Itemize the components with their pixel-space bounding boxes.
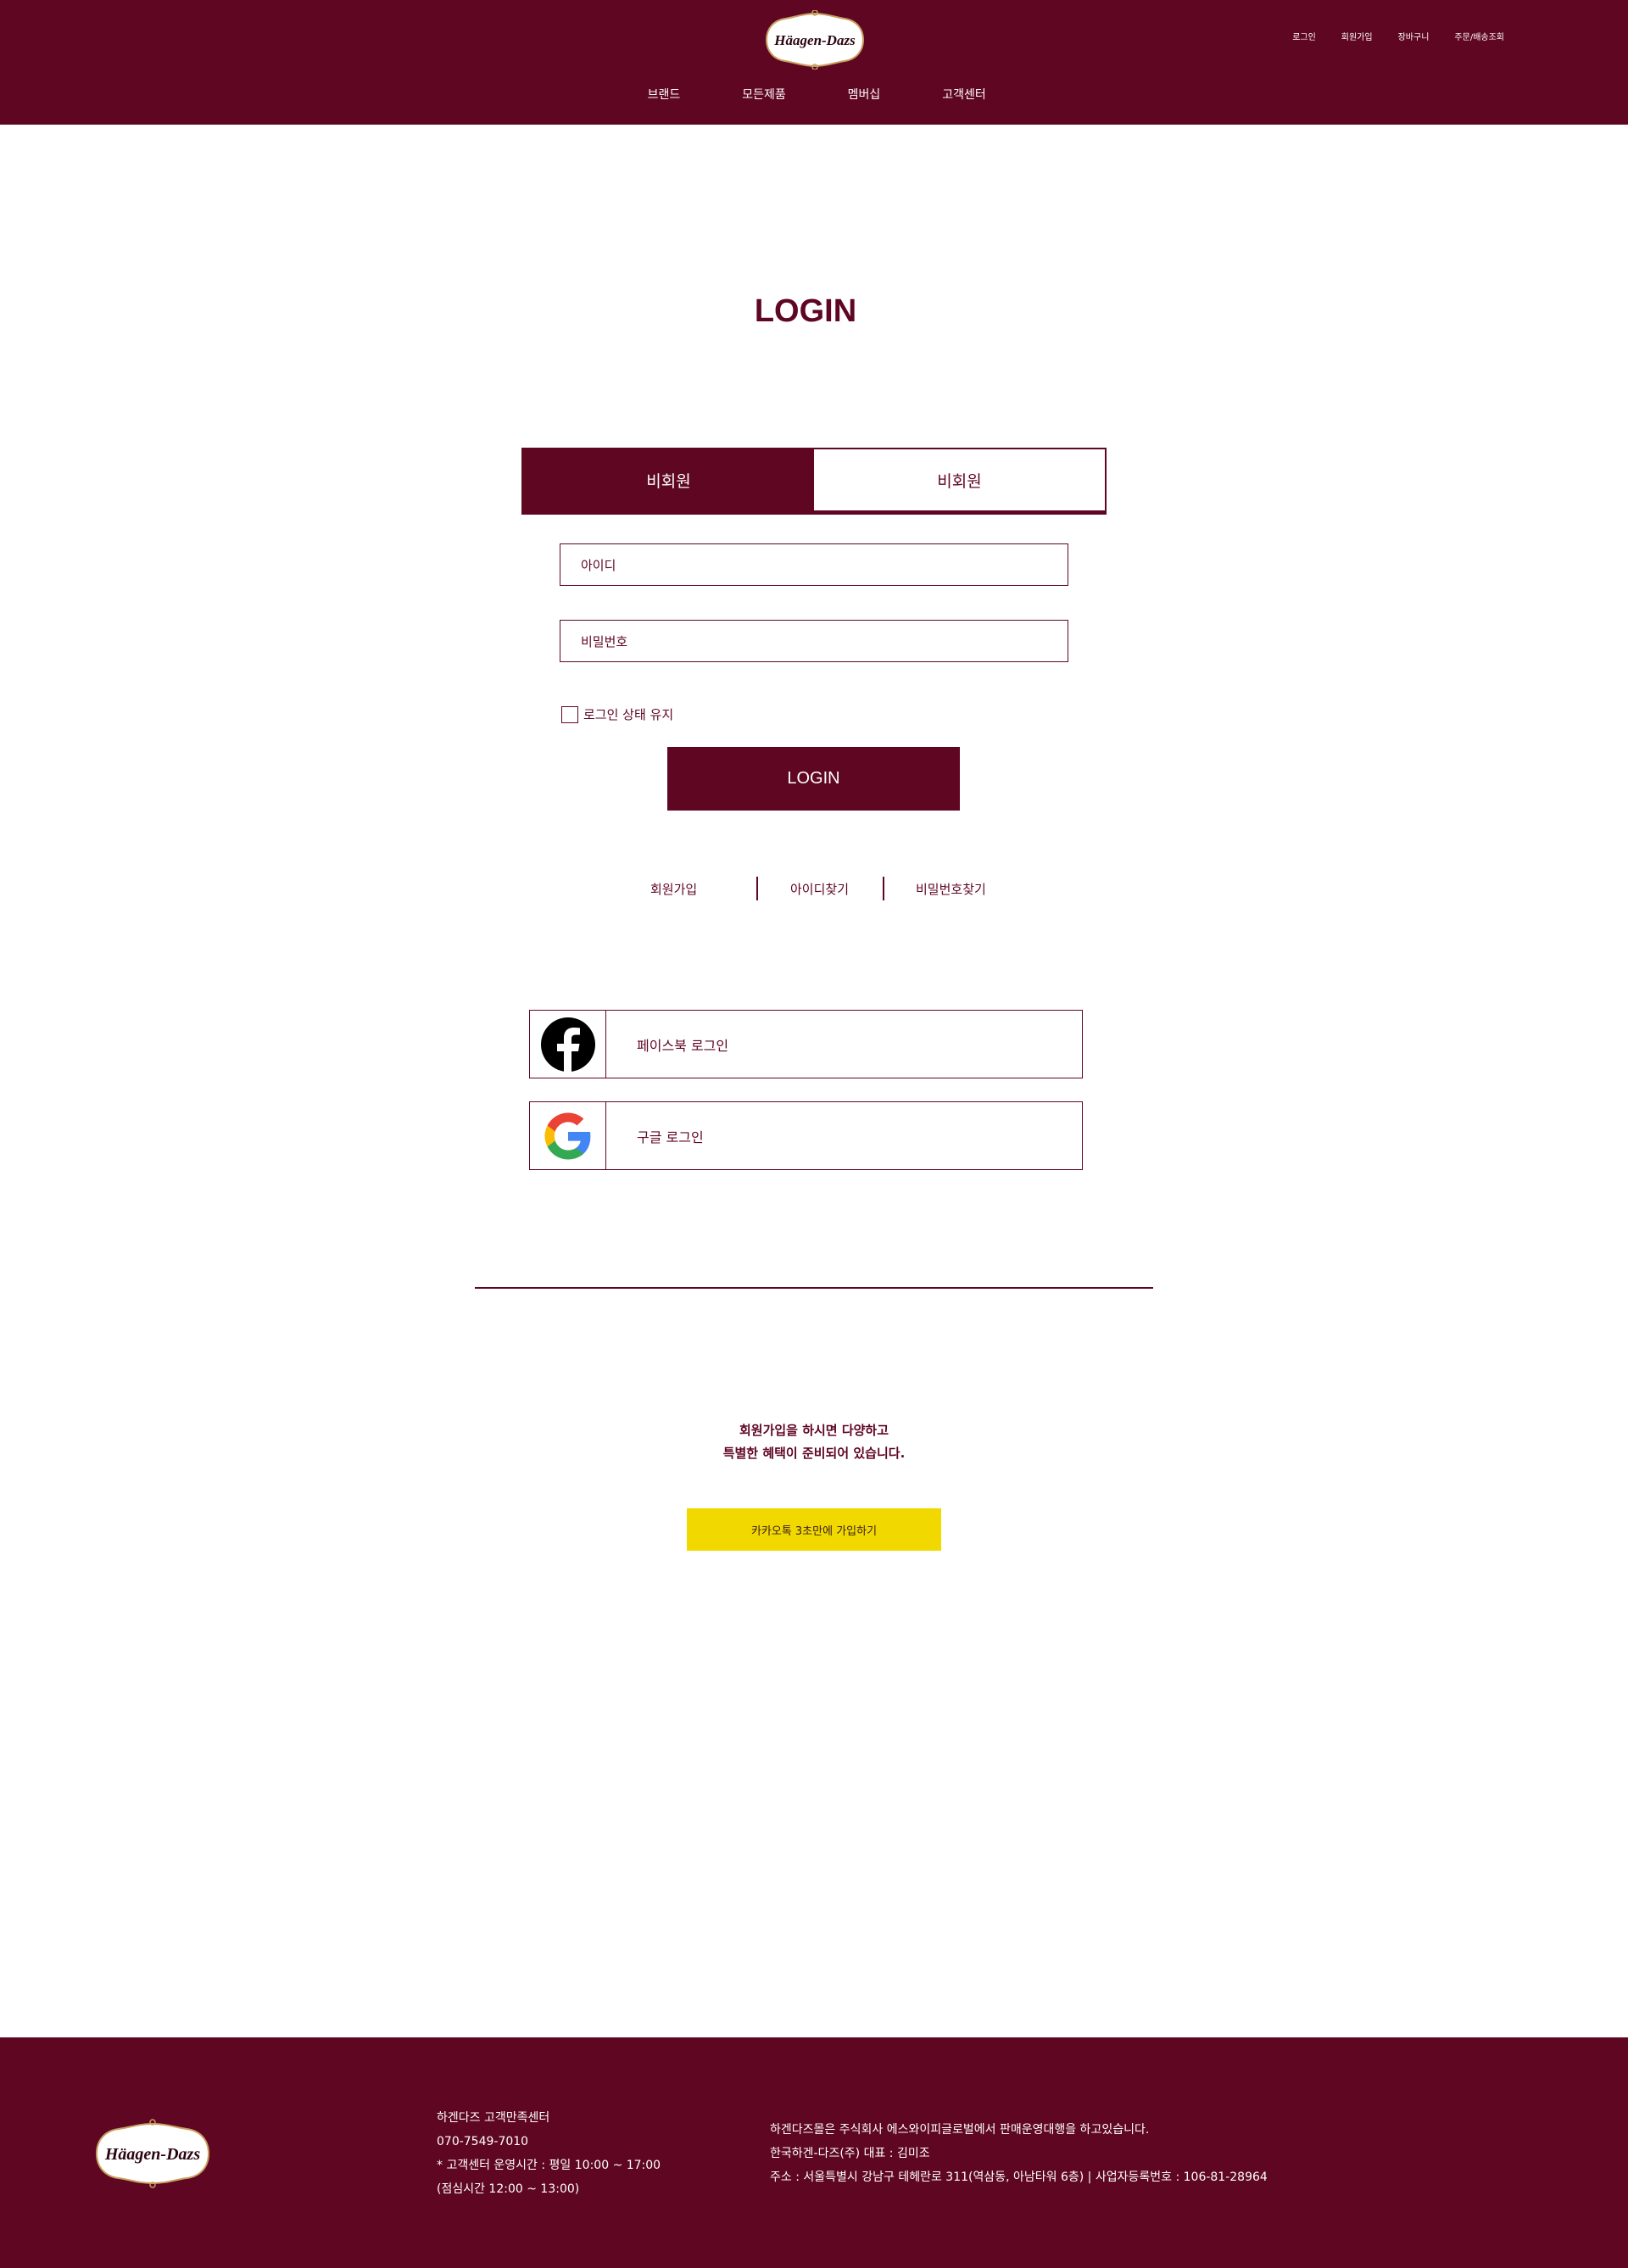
google-icon-box xyxy=(530,1102,606,1169)
footer-company-line: 한국하겐-다즈(주) 대표 : 김미조 xyxy=(770,2147,930,2160)
tab-guest[interactable]: 비회원 xyxy=(814,449,1105,510)
footer-support-info: 하겐다즈 고객만족센터 070-7549-7010 * 고객센터 운영시간 : … xyxy=(437,2106,661,2201)
login-tabs: 비회원 비회원 xyxy=(521,448,1107,515)
facebook-login-button[interactable]: 페이스북 로그인 xyxy=(529,1010,1083,1078)
util-signup-link[interactable]: 회원가입 xyxy=(1341,30,1373,42)
link-divider xyxy=(883,877,884,900)
nav-products[interactable]: 모든제품 xyxy=(739,86,789,103)
nav-support[interactable]: 고객센터 xyxy=(939,86,989,103)
find-password-link[interactable]: 비밀번호찾기 xyxy=(916,880,986,898)
nav-brand[interactable]: 브랜드 xyxy=(639,86,689,103)
keep-login-label: 로그인 상태 유지 xyxy=(583,707,674,722)
facebook-icon-box xyxy=(530,1011,606,1078)
footer-phone: 070-7549-7010 xyxy=(437,2135,529,2148)
util-cart-link[interactable]: 장바구니 xyxy=(1398,30,1430,42)
promo-line-2: 특별한 혜택이 준비되어 있습니다. xyxy=(722,1446,906,1461)
page-title: LOGIN xyxy=(754,293,857,329)
facebook-icon xyxy=(540,1017,595,1072)
footer-logo[interactable]: Häagen-Dazs xyxy=(92,2119,214,2188)
find-id-link[interactable]: 아이디찾기 xyxy=(790,880,849,898)
footer-company-line: 주소 : 서울특별시 강남구 테헤란로 311(역삼동, 아남타워 6층) | … xyxy=(770,2170,1268,2184)
keep-login-checkbox[interactable] xyxy=(561,705,578,723)
google-login-button[interactable]: 구글 로그인 xyxy=(529,1101,1083,1170)
link-divider xyxy=(756,877,758,900)
main-nav: 브랜드 모든제품 멤버십 고객센터 xyxy=(0,86,1628,103)
nav-membership[interactable]: 멤버십 xyxy=(839,86,889,103)
footer-lunch: (점심시간 12:00 ~ 13:00) xyxy=(437,2182,580,2196)
account-links: 회원가입 아이디찾기 비밀번호찾기 xyxy=(0,877,1628,900)
utility-nav: 로그인 회원가입 장바구니 주문/배송조회 xyxy=(1292,30,1504,42)
login-button[interactable]: LOGIN xyxy=(667,747,960,811)
footer-company-info: 하겐다즈몰은 주식회사 에스와이피글로벌에서 판매운영대행을 하고있습니다. 한… xyxy=(770,2118,1268,2189)
facebook-login-label: 페이스북 로그인 xyxy=(637,1037,729,1054)
svg-text:Häagen-Dazs: Häagen-Dazs xyxy=(104,2145,200,2164)
brand-logo[interactable]: Häagen-Dazs xyxy=(763,10,867,70)
util-orders-link[interactable]: 주문/배송조회 xyxy=(1454,30,1504,42)
kakao-signup-button[interactable]: 카카오톡 3초만에 가입하기 xyxy=(687,1508,941,1551)
footer-support-title: 하겐다즈 고객만족센터 xyxy=(437,2111,550,2125)
util-login-link[interactable]: 로그인 xyxy=(1292,30,1316,42)
password-input[interactable]: 비밀번호 xyxy=(560,620,1068,662)
footer-hours: * 고객센터 운영시간 : 평일 10:00 ~ 17:00 xyxy=(437,2159,661,2172)
google-icon xyxy=(544,1112,590,1159)
footer-company-line: 하겐다즈몰은 주식회사 에스와이피글로벌에서 판매운영대행을 하고있습니다. xyxy=(770,2123,1150,2137)
signup-promo: 회원가입을 하시면 다양하고 특별한 혜택이 준비되어 있습니다. xyxy=(0,1419,1628,1465)
section-divider xyxy=(475,1287,1153,1289)
signup-link[interactable]: 회원가입 xyxy=(650,880,697,898)
tab-member[interactable]: 비회원 xyxy=(523,449,814,510)
site-footer: Häagen-Dazs 하겐다즈 고객만족센터 070-7549-7010 * … xyxy=(0,2037,1628,2268)
promo-line-1: 회원가입을 하시면 다양하고 xyxy=(739,1423,889,1438)
keep-login: 로그인 상태 유지 xyxy=(561,705,673,723)
site-header: Häagen-Dazs 로그인 회원가입 장바구니 주문/배송조회 브랜드 모든… xyxy=(0,0,1628,125)
google-login-label: 구글 로그인 xyxy=(637,1128,704,1145)
svg-text:Häagen-Dazs: Häagen-Dazs xyxy=(773,32,856,48)
id-input[interactable]: 아이디 xyxy=(560,543,1068,586)
